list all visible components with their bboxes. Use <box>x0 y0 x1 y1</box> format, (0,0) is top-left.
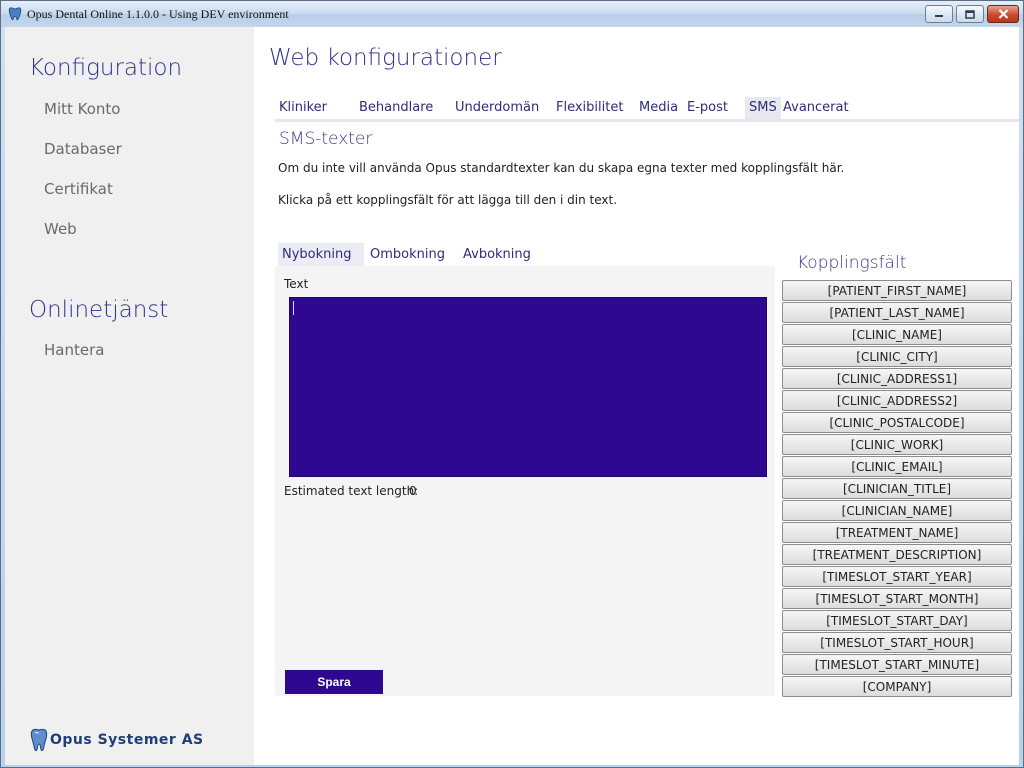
tab-sms[interactable]: SMS <box>745 97 781 119</box>
save-button[interactable]: Spara <box>285 670 383 694</box>
field-button-timeslot-start-minute[interactable]: [TIMESLOT_START_MINUTE] <box>782 654 1012 675</box>
tab-ombokning[interactable]: Ombokning <box>366 243 449 266</box>
text-caret <box>293 301 294 315</box>
tab-media[interactable]: Media <box>635 97 682 119</box>
page-title: Web konfigurationer <box>269 45 502 71</box>
merge-fields-title: Kopplingsfält <box>797 253 907 273</box>
sidebar-item-mitt-konto[interactable]: Mitt Konto <box>44 100 120 118</box>
field-button-clinic-email[interactable]: [CLINIC_EMAIL] <box>782 456 1012 477</box>
field-button-treatment-description[interactable]: [TREATMENT_DESCRIPTION] <box>782 544 1012 565</box>
text-length-label: Estimated text length: <box>284 484 419 498</box>
field-button-timeslot-start-year[interactable]: [TIMESLOT_START_YEAR] <box>782 566 1012 587</box>
field-button-clinic-name[interactable]: [CLINIC_NAME] <box>782 324 1012 345</box>
field-button-clinic-work[interactable]: [CLINIC_WORK] <box>782 434 1012 455</box>
tooth-icon <box>8 7 22 21</box>
text-label: Text <box>284 277 309 291</box>
sidebar-heading-konfiguration: Konfiguration <box>29 55 183 81</box>
sms-text-input[interactable] <box>289 297 767 477</box>
client-area: Konfiguration Mitt Konto Databaser Certi… <box>5 27 1019 765</box>
field-button-clinic-address2[interactable]: [CLINIC_ADDRESS2] <box>782 390 1012 411</box>
field-button-timeslot-start-day[interactable]: [TIMESLOT_START_DAY] <box>782 610 1012 631</box>
tab-flexibilitet[interactable]: Flexibilitet <box>552 97 627 119</box>
merge-fields-list: [PATIENT_FIRST_NAME] [PATIENT_LAST_NAME]… <box>782 280 1012 698</box>
tab-nybokning[interactable]: Nybokning <box>278 243 364 266</box>
field-button-patient-last-name[interactable]: [PATIENT_LAST_NAME] <box>782 302 1012 323</box>
brand-logo: Opus Systemer AS <box>29 727 204 753</box>
sidebar-heading-onlinetjanst: Onlinetjänst <box>29 297 169 323</box>
tabs-divider <box>275 119 1019 122</box>
text-length-value: 0 <box>409 484 417 498</box>
sidebar: Konfiguration Mitt Konto Databaser Certi… <box>5 27 254 765</box>
field-button-clinician-title[interactable]: [CLINICIAN_TITLE] <box>782 478 1012 499</box>
section-title: SMS-texter <box>279 129 373 149</box>
minimize-button[interactable] <box>925 5 953 23</box>
brand-name: Opus Systemer AS <box>50 732 204 748</box>
app-window: Opus Dental Online 1.1.0.0 - Using DEV e… <box>0 0 1024 768</box>
tab-e-post[interactable]: E-post <box>683 97 732 119</box>
tooth-logo-icon <box>30 728 48 752</box>
tab-kliniker[interactable]: Kliniker <box>275 97 331 119</box>
field-button-clinician-name[interactable]: [CLINICIAN_NAME] <box>782 500 1012 521</box>
sms-editor-panel: Text Estimated text length: 0 Spara <box>275 266 775 696</box>
close-icon <box>998 9 1008 19</box>
field-button-timeslot-start-month[interactable]: [TIMESLOT_START_MONTH] <box>782 588 1012 609</box>
tab-behandlare[interactable]: Behandlare <box>355 97 437 119</box>
sidebar-item-certifikat[interactable]: Certifikat <box>44 180 113 198</box>
field-button-patient-first-name[interactable]: [PATIENT_FIRST_NAME] <box>782 280 1012 301</box>
field-button-clinic-city[interactable]: [CLINIC_CITY] <box>782 346 1012 367</box>
sidebar-item-databaser[interactable]: Databaser <box>44 140 122 158</box>
field-button-timeslot-start-hour[interactable]: [TIMESLOT_START_HOUR] <box>782 632 1012 653</box>
sidebar-item-web[interactable]: Web <box>44 220 77 238</box>
field-button-company[interactable]: [COMPANY] <box>782 676 1012 697</box>
window-title: Opus Dental Online 1.1.0.0 - Using DEV e… <box>27 7 289 21</box>
tab-avbokning[interactable]: Avbokning <box>459 243 535 266</box>
minimize-icon <box>935 15 943 17</box>
sidebar-item-hantera[interactable]: Hantera <box>44 341 104 359</box>
maximize-button[interactable] <box>956 5 984 23</box>
instruction-text: Klicka på ett kopplingsfält för att lägg… <box>278 193 618 207</box>
tab-underdoman[interactable]: Underdomän <box>451 97 543 119</box>
field-button-clinic-address1[interactable]: [CLINIC_ADDRESS1] <box>782 368 1012 389</box>
field-button-clinic-postalcode[interactable]: [CLINIC_POSTALCODE] <box>782 412 1012 433</box>
description-text: Om du inte vill använda Opus standardtex… <box>278 161 845 175</box>
close-button[interactable] <box>987 5 1019 23</box>
title-bar[interactable]: Opus Dental Online 1.1.0.0 - Using DEV e… <box>1 1 1023 27</box>
maximize-icon <box>965 9 975 19</box>
tab-avancerat[interactable]: Avancerat <box>779 97 853 119</box>
field-button-treatment-name[interactable]: [TREATMENT_NAME] <box>782 522 1012 543</box>
